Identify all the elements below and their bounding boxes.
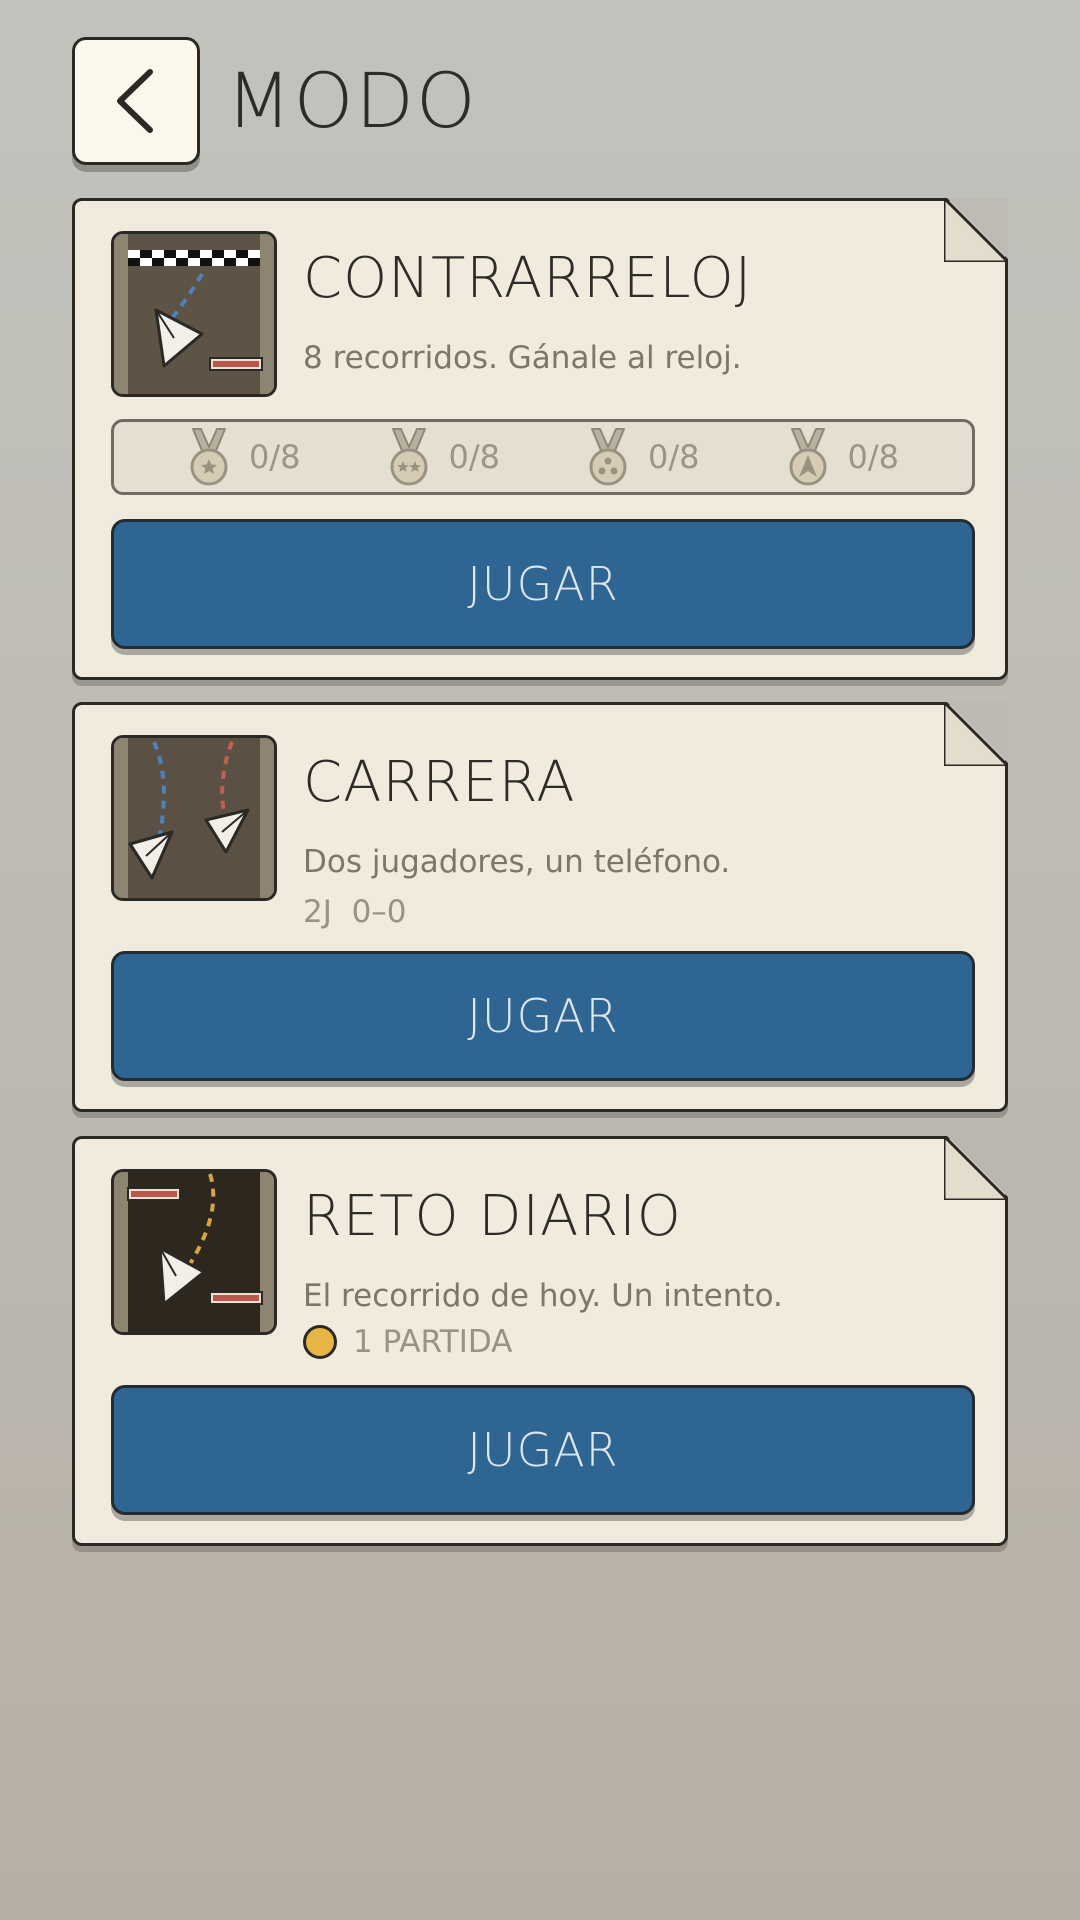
mode-card-time-trial: CONTRARRELOJ 8 recorridos. Gánale al rel… <box>72 198 1008 680</box>
mode-thumbnail-daily-challenge <box>111 1169 277 1335</box>
mode-thumbnail-race <box>111 735 277 901</box>
medal-count: 0/8 <box>448 438 501 476</box>
chevron-left-icon <box>117 69 153 133</box>
page-fold-icon <box>944 198 1008 262</box>
back-button[interactable] <box>72 37 200 165</box>
medal-count: 0/8 <box>249 438 301 476</box>
play-button-time-trial[interactable]: JUGAR <box>111 519 975 649</box>
page-fold-icon <box>944 702 1008 766</box>
medal-two-star-icon <box>390 428 427 486</box>
medal-item: 0/8 <box>586 427 700 487</box>
mode-title: CONTRARRELOJ <box>303 246 753 311</box>
play-button-daily-challenge[interactable]: JUGAR <box>111 1385 975 1515</box>
mode-description: El recorrido de hoy. Un intento. <box>303 1278 783 1314</box>
score-record: 2J 0–0 <box>303 897 407 928</box>
medal-three-star-icon <box>589 428 627 486</box>
header: MODO <box>72 36 478 166</box>
medal-item: 0/8 <box>387 427 501 487</box>
coin-icon <box>303 1325 337 1359</box>
medal-progress-bar: 0/8 0/8 0/8 0/8 <box>111 419 975 495</box>
medal-count: 0/8 <box>847 438 900 476</box>
medal-count: 0/8 <box>648 438 700 476</box>
medal-item: 0/8 <box>187 427 301 487</box>
medal-one-star-icon <box>190 428 228 486</box>
mode-title: RETO DIARIO <box>303 1184 682 1249</box>
mode-thumbnail-time-trial <box>111 231 277 397</box>
mode-card-daily-challenge: RETO DIARIO El recorrido de hoy. Un inte… <box>72 1136 1008 1546</box>
mode-title: CARRERA <box>303 750 576 815</box>
score-text: 2J 0–0 <box>303 894 407 930</box>
mode-description: 8 recorridos. Gánale al reloj. <box>303 340 742 376</box>
page-fold-icon <box>944 1136 1008 1200</box>
medal-item: 0/8 <box>786 427 900 487</box>
plays-remaining-text: 1 PARTIDA <box>353 1323 513 1360</box>
plays-remaining: 1 PARTIDA <box>303 1325 512 1359</box>
mode-card-race: CARRERA Dos jugadores, un teléfono. 2J 0… <box>72 702 1008 1112</box>
page-title: MODO <box>226 56 478 145</box>
mode-description: Dos jugadores, un teléfono. <box>303 844 731 880</box>
play-button-race[interactable]: JUGAR <box>111 951 975 1081</box>
medal-plane-icon <box>789 428 826 486</box>
